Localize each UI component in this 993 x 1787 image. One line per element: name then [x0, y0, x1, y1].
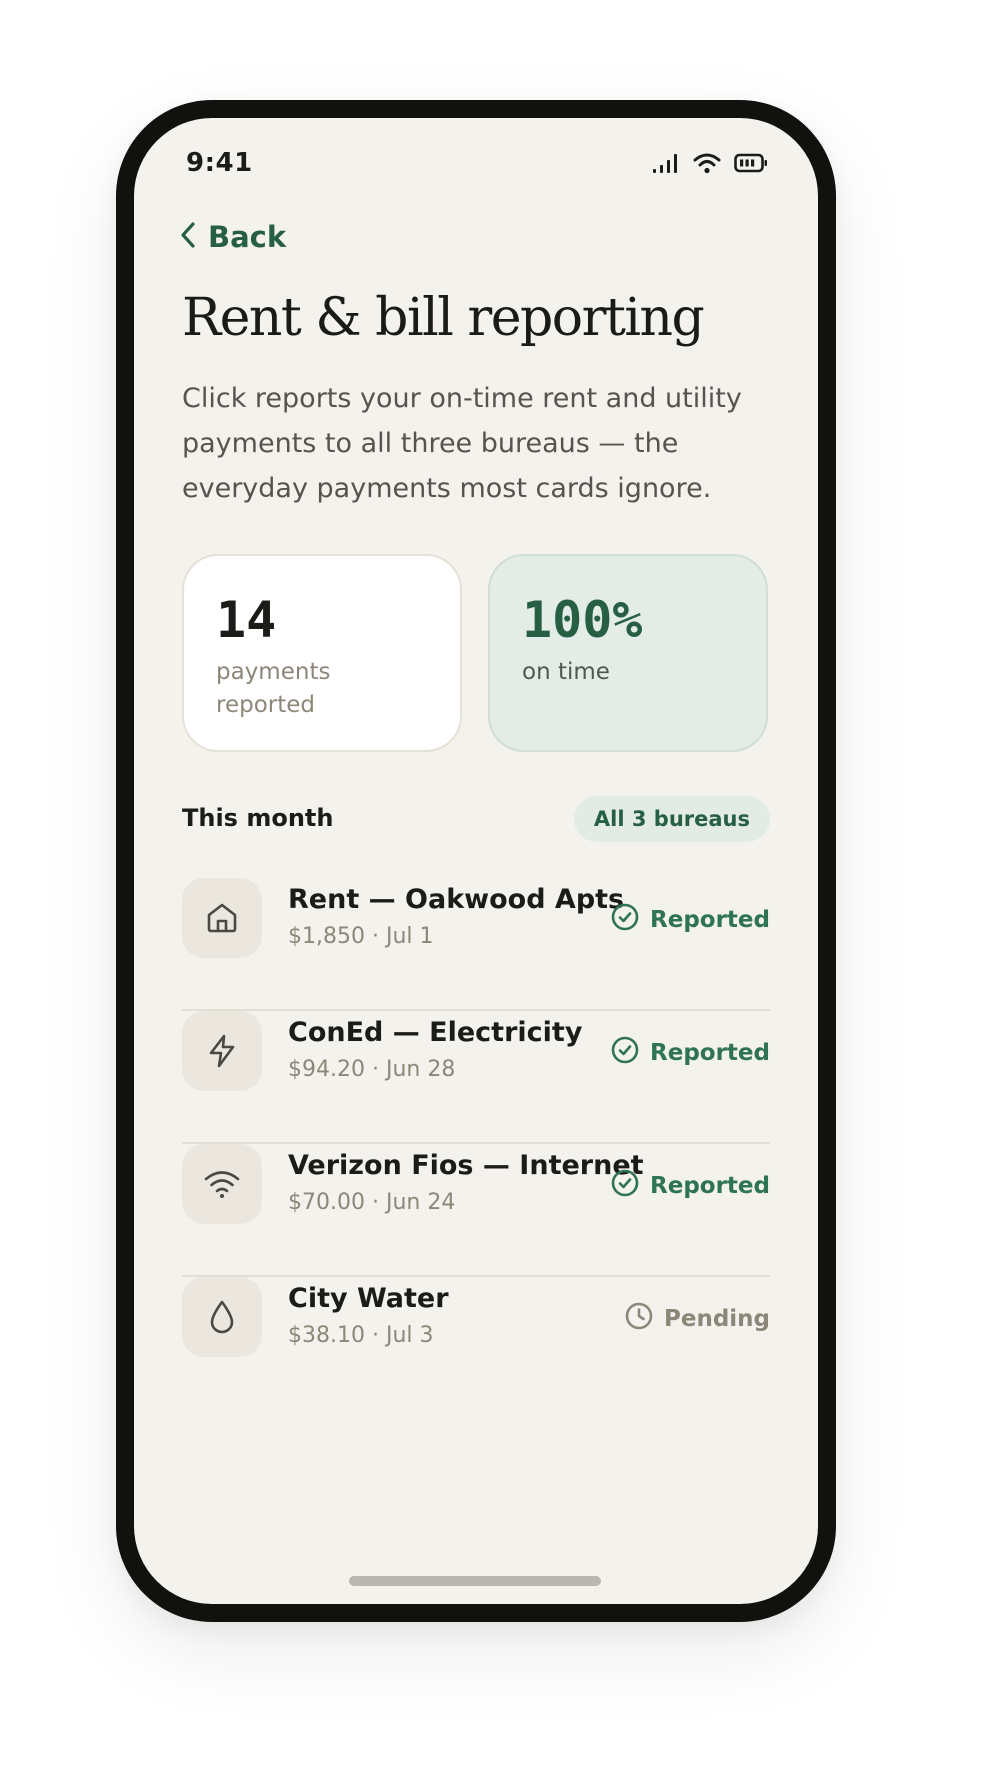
check-circle-icon [610, 1035, 640, 1071]
status-bar: 9:41 [134, 118, 818, 210]
payment-row-electricity[interactable]: ConEd — Electricity $94.20 · Jun 28 Repo… [182, 1011, 770, 1144]
payment-row-internet[interactable]: Verizon Fios — Internet $70.00 · Jun 24 … [182, 1144, 770, 1277]
stat-value: 100% [522, 591, 643, 649]
check-circle-icon [610, 902, 640, 938]
page-title: Rent & bill reporting [182, 288, 705, 348]
clock-icon [624, 1301, 654, 1337]
status-time: 9:41 [186, 148, 253, 178]
check-circle-icon [610, 1168, 640, 1204]
status-label: Reported [650, 1040, 770, 1066]
signal-icon [652, 152, 680, 174]
page-description: Click reports your on-time rent and util… [182, 383, 742, 504]
stat-card-on-time: 100% on time [488, 554, 768, 752]
wifi-icon [692, 152, 722, 174]
payment-name: ConEd — Electricity [288, 1017, 583, 1048]
stat-value: 14 [216, 591, 277, 649]
payment-name: Verizon Fios — Internet [288, 1150, 644, 1181]
payment-meta: $70.00 · Jun 24 [288, 1190, 456, 1215]
section-title: This month [182, 804, 334, 832]
wifi-icon [182, 1144, 262, 1224]
payment-row-rent[interactable]: Rent — Oakwood Apts $1,850 · Jul 1 Repor… [182, 878, 770, 1011]
phone-frame: 9:41 Back Rent & bill reporting Click re… [116, 100, 836, 1622]
status-reported: Reported [610, 902, 770, 938]
back-button[interactable]: Back [180, 220, 286, 254]
home-indicator[interactable] [349, 1576, 601, 1586]
back-label: Back [208, 220, 287, 254]
payment-name: City Water [288, 1283, 449, 1314]
status-icons [652, 152, 768, 174]
stat-label: on time [522, 659, 610, 685]
status-reported: Reported [610, 1035, 770, 1071]
stat-card-payments-reported: 14 payments reported [182, 554, 462, 752]
bureaus-badge: All 3 bureaus [573, 796, 770, 842]
payment-meta: $94.20 · Jun 28 [288, 1057, 456, 1082]
lightning-icon [182, 1011, 262, 1091]
chevron-left-icon [180, 221, 196, 253]
status-pending: Pending [624, 1301, 770, 1337]
battery-icon [734, 153, 768, 173]
home-icon [182, 878, 262, 958]
payment-meta: $1,850 · Jul 1 [288, 924, 434, 949]
status-label: Reported [650, 1173, 770, 1199]
status-label: Pending [663, 1306, 770, 1332]
status-reported: Reported [610, 1168, 770, 1204]
status-label: Reported [650, 907, 770, 933]
payment-meta: $38.10 · Jul 3 [288, 1323, 434, 1348]
payment-row-water[interactable]: City Water $38.10 · Jul 3 Pending [182, 1277, 770, 1410]
stat-label: payments reported [216, 659, 331, 718]
payments-list: Rent — Oakwood Apts $1,850 · Jul 1 Repor… [182, 878, 770, 1410]
app-screen: 9:41 Back Rent & bill reporting Click re… [134, 118, 818, 1604]
payment-name: Rent — Oakwood Apts [288, 884, 625, 915]
water-drop-icon [182, 1277, 262, 1357]
